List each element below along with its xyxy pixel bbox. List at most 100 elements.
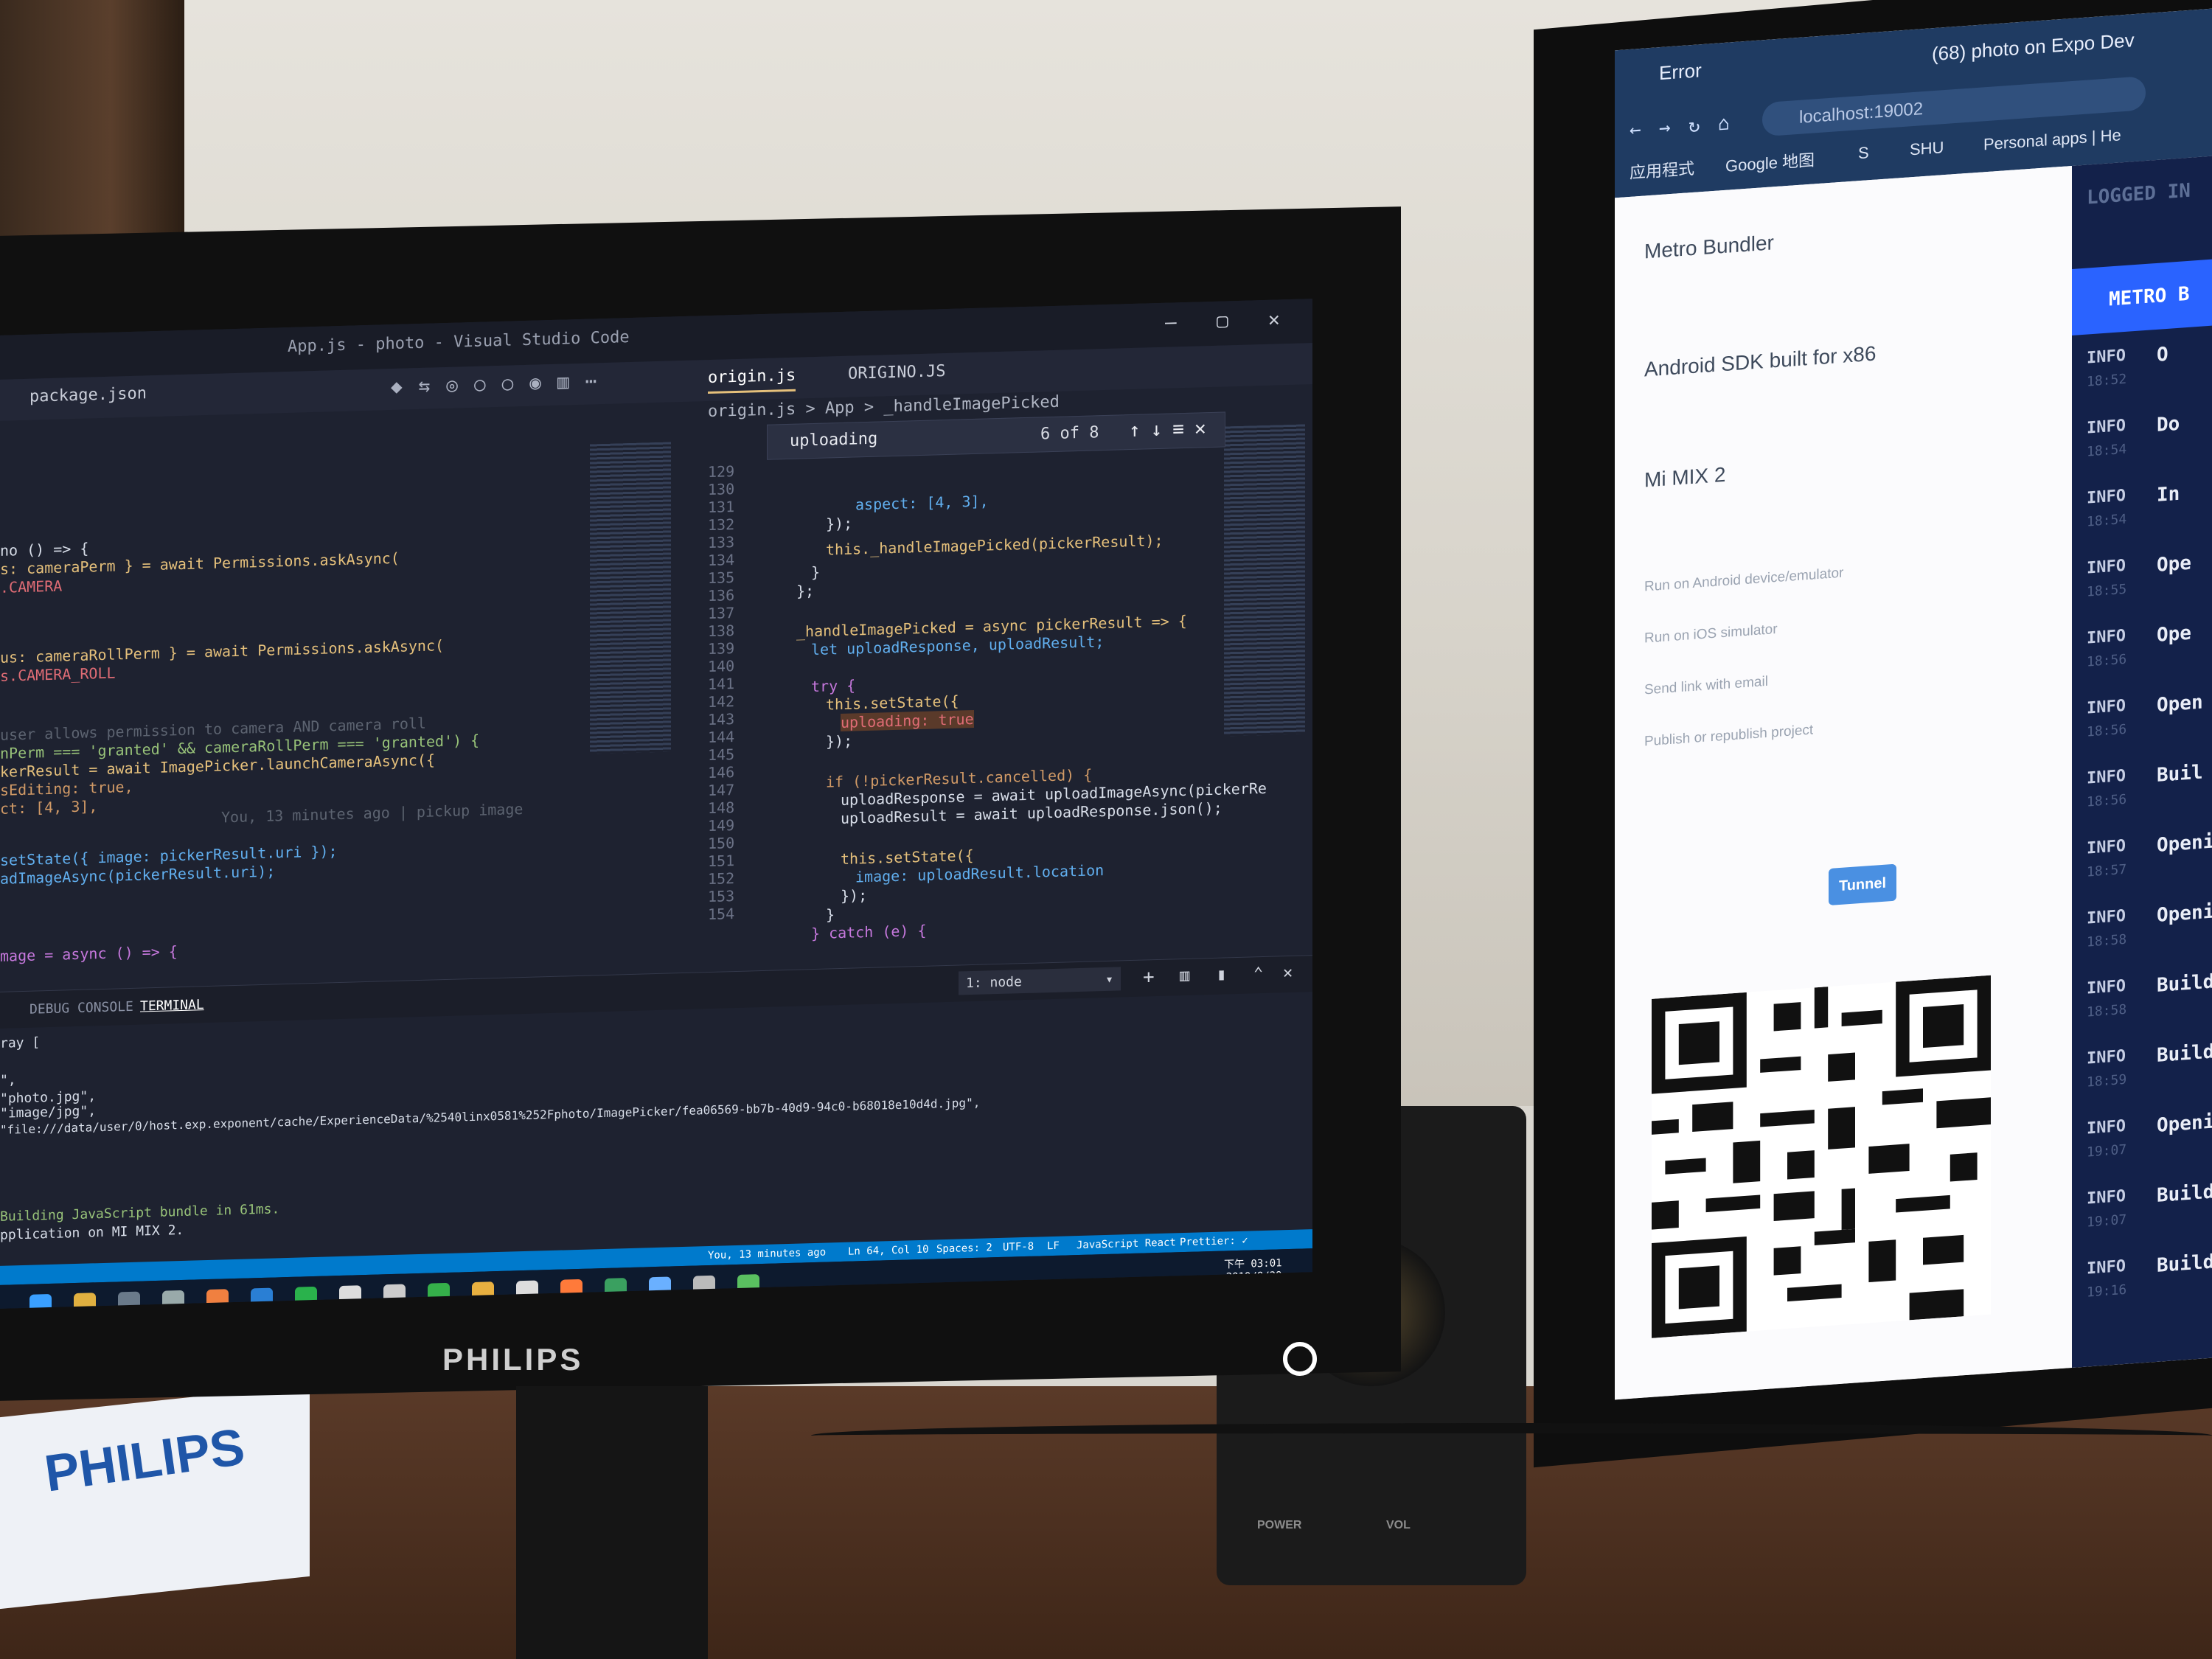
- split-terminal-icon[interactable]: ▥: [1180, 967, 1189, 985]
- log-message: Do: [2157, 412, 2180, 437]
- right-editor-pane[interactable]: aspect: [4, 3], }); this._handleImagePic…: [796, 447, 1298, 955]
- tab-origino-js[interactable]: ORIGINO.JS: [848, 362, 945, 383]
- log-row: INFO 18:59 Buildi: [2072, 1034, 2212, 1116]
- line-number: 153: [708, 887, 735, 906]
- home-icon[interactable]: ⌂: [1718, 112, 1730, 135]
- chevron-up-icon[interactable]: ⌃: [1253, 964, 1263, 983]
- status-encoding[interactable]: UTF-8: [1003, 1241, 1034, 1253]
- window-title: App.js - photo - Visual Studio Code: [288, 328, 630, 356]
- link-run-ios[interactable]: Run on iOS simulator: [1644, 622, 1778, 647]
- log-level: INFO: [2087, 626, 2126, 648]
- line-number: 139: [708, 639, 735, 658]
- monitor-stand: [516, 1386, 708, 1659]
- log-time: 18:54: [2087, 511, 2127, 530]
- status-language[interactable]: JavaScript React: [1077, 1237, 1176, 1251]
- log-row: INFO 18:52 O: [2072, 333, 2212, 415]
- terminal-line: pplication on MI MIX 2.: [0, 1222, 184, 1243]
- code-line: us: cameraRollPerm } = await Permissions…: [0, 636, 445, 667]
- bookmark-item[interactable]: S: [1858, 143, 1869, 163]
- terminal-output[interactable]: ray [ ", "photo.jpg", "image/jpg", "file…: [0, 992, 1312, 1265]
- log-message: Opening: [2157, 1109, 2212, 1137]
- tunnel-button[interactable]: Tunnel: [1829, 863, 1896, 906]
- tab-package-json[interactable]: package.json: [29, 384, 147, 406]
- qr-code: [1652, 975, 1991, 1338]
- find-navigation-icons[interactable]: ↑↓≡✕: [1129, 417, 1217, 442]
- log-row: INFO 18:55 Ope: [2072, 543, 2212, 625]
- status-git-blame[interactable]: You, 13 minutes ago: [708, 1247, 826, 1262]
- log-time: 19:07: [2087, 1141, 2127, 1161]
- log-level: INFO: [2087, 346, 2126, 368]
- log-time: 18:58: [2087, 1001, 2127, 1020]
- metro-bundler-tab[interactable]: METRO B: [2072, 259, 2212, 335]
- line-number: 143: [708, 710, 735, 729]
- link-send-email[interactable]: Send link with email: [1644, 674, 1768, 699]
- find-match-count: 6 of 8: [1040, 423, 1099, 444]
- close-panel-icon[interactable]: ✕: [1283, 964, 1293, 982]
- power-button-icon[interactable]: [1283, 1342, 1317, 1376]
- log-row: INFO 18:58 Buildi: [2072, 964, 2212, 1046]
- taskbar-app-icon[interactable]: [29, 1293, 52, 1309]
- trash-icon[interactable]: ▮: [1217, 965, 1226, 984]
- editor-toolbar-icons[interactable]: ◆⇆◎○○◉▥⋯: [391, 370, 613, 398]
- code-line: try {: [811, 676, 856, 696]
- terminal-line: ",: [0, 1072, 16, 1088]
- back-icon[interactable]: ←: [1630, 119, 1641, 142]
- device-metro-bundler[interactable]: Metro Bundler: [1644, 231, 1774, 263]
- code-line: .CAMERA: [0, 577, 63, 597]
- log-level: INFO: [2087, 766, 2126, 788]
- browser-tab-expo[interactable]: (68) photo on Expo Dev: [1932, 29, 2135, 66]
- code-line: this.setState({: [826, 692, 959, 714]
- terminal-select[interactable]: 1: node ▾: [959, 967, 1121, 995]
- device-mi-mix-2[interactable]: Mi MIX 2: [1644, 463, 1725, 493]
- tab-origin-js[interactable]: origin.js: [708, 366, 796, 394]
- close-icon[interactable]: ✕: [1268, 308, 1280, 330]
- right-minimap[interactable]: [1224, 424, 1305, 737]
- link-run-android[interactable]: Run on Android device/emulator: [1644, 566, 1843, 596]
- code-line: s.CAMERA_ROLL: [0, 664, 116, 685]
- log-message: Ope: [2157, 622, 2191, 647]
- left-minimap[interactable]: [590, 442, 671, 754]
- log-message: Building: [2157, 1248, 2212, 1277]
- code-line: });: [841, 886, 868, 905]
- line-number: 137: [708, 604, 735, 623]
- log-level: INFO: [2087, 696, 2126, 718]
- log-message: In: [2157, 482, 2180, 507]
- new-terminal-icon[interactable]: +: [1143, 966, 1155, 988]
- code-line: }: [811, 563, 821, 582]
- browser-tab-error[interactable]: Error: [1659, 59, 1702, 85]
- find-input[interactable]: uploading: [790, 430, 877, 451]
- log-message: Open: [2157, 691, 2203, 717]
- bookmark-item[interactable]: Personal apps | He: [1983, 125, 2121, 154]
- status-eol[interactable]: LF: [1047, 1240, 1060, 1252]
- log-time: 18:57: [2087, 861, 2127, 880]
- status-prettier[interactable]: Prettier: ✓: [1180, 1235, 1248, 1249]
- metro-label: METRO B: [2109, 282, 2190, 311]
- line-number: 140: [708, 657, 735, 676]
- forward-icon[interactable]: →: [1659, 116, 1671, 139]
- device-android-sdk[interactable]: Android SDK built for x86: [1644, 342, 1876, 382]
- left-editor-pane[interactable]: no () => { s: cameraPerm } = await Permi…: [0, 450, 664, 977]
- line-number: 149: [708, 816, 735, 835]
- code-line: } catch (e) {: [811, 921, 927, 943]
- bookmark-item[interactable]: Google 地图: [1725, 147, 1815, 176]
- log-time: 19:16: [2087, 1281, 2127, 1301]
- status-indent[interactable]: Spaces: 2: [936, 1242, 992, 1255]
- vscode-window: App.js - photo - Visual Studio Code – ▢ …: [0, 299, 1312, 1309]
- minimize-icon[interactable]: –: [1165, 311, 1177, 333]
- terminal-line: "file:///data/user/0/host.exp.exponent/c…: [0, 1095, 981, 1137]
- log-message: Buildi: [2157, 970, 2212, 997]
- line-number: 152: [708, 869, 735, 888]
- clock-time: 下午 03:01: [1224, 1257, 1282, 1271]
- maximize-icon[interactable]: ▢: [1217, 310, 1228, 332]
- line-number: 144: [708, 728, 735, 747]
- tab-terminal[interactable]: TERMINAL: [140, 997, 204, 1014]
- reload-icon[interactable]: ↻: [1688, 114, 1700, 137]
- bookmark-item[interactable]: SHU: [1910, 138, 1944, 159]
- link-publish[interactable]: Publish or republish project: [1644, 722, 1813, 750]
- bookmark-item[interactable]: 应用程式: [1630, 156, 1694, 184]
- line-number: 135: [708, 568, 735, 588]
- tab-debug-console[interactable]: DEBUG CONSOLE: [29, 999, 133, 1018]
- status-cursor-position[interactable]: Ln 64, Col 10: [848, 1244, 929, 1258]
- line-number: 131: [708, 498, 735, 517]
- line-number: 133: [708, 533, 735, 552]
